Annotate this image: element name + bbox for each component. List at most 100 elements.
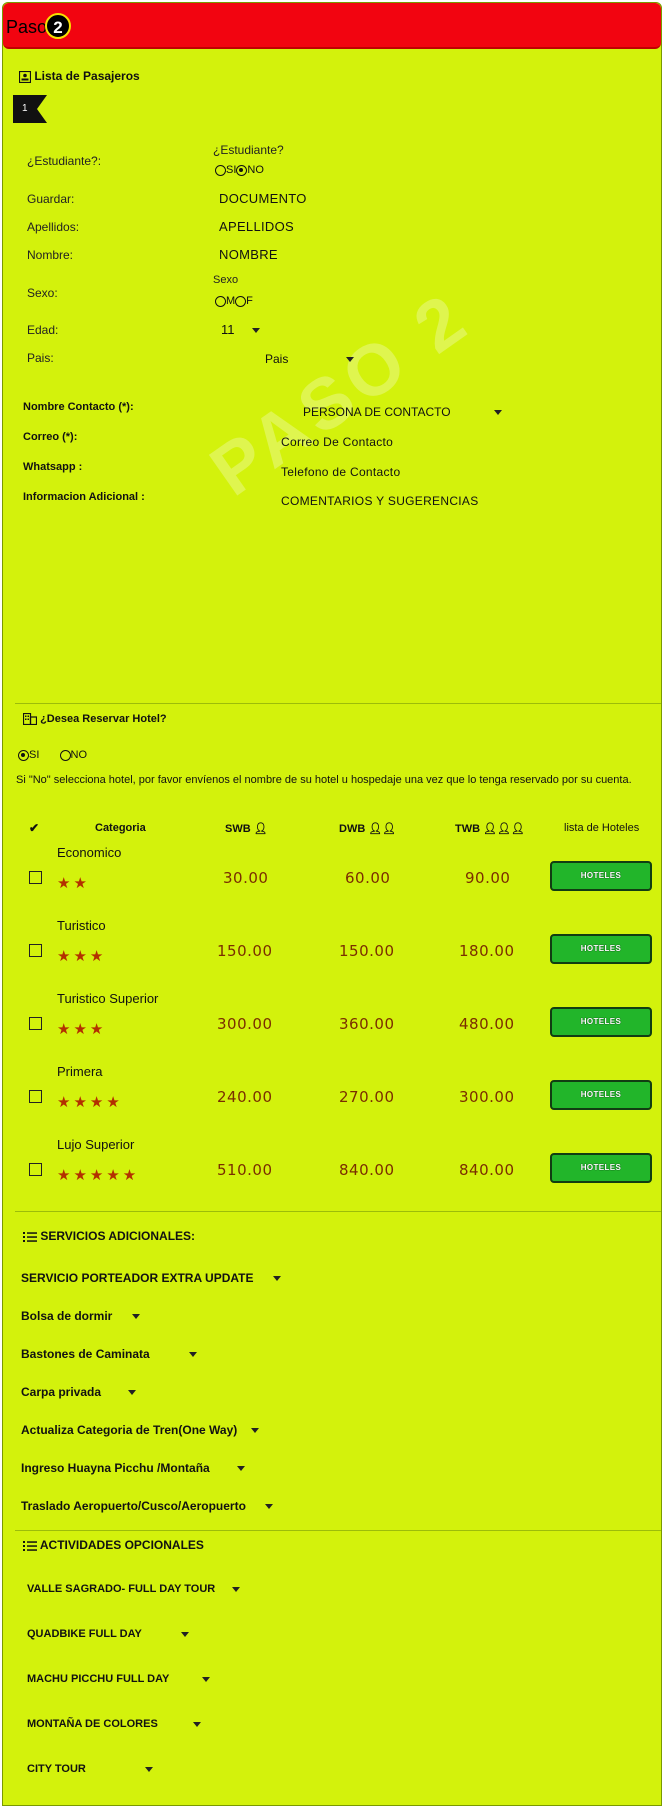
service-select[interactable]: Traslado Aeropuerto/Cusco/Aeropuerto bbox=[21, 1499, 274, 1513]
swb-price: 300.00 bbox=[217, 1015, 273, 1033]
activity-select[interactable]: MONTAÑA DE COLORES bbox=[27, 1718, 201, 1730]
name-label: Nombre: bbox=[27, 248, 74, 262]
category-checkbox[interactable] bbox=[29, 1017, 42, 1030]
services-title: SERVICIOS ADICIONALES: bbox=[40, 1229, 196, 1243]
chevron-down-icon bbox=[180, 1631, 189, 1637]
age-select[interactable]: 11 bbox=[221, 322, 261, 337]
email-input[interactable]: Correo De Contacto bbox=[281, 435, 393, 449]
activity-select[interactable]: CITY TOUR bbox=[27, 1763, 153, 1775]
email-label: Correo (*): bbox=[23, 431, 78, 443]
chevron-down-icon bbox=[128, 1390, 137, 1396]
whatsapp-input[interactable]: Telefono de Contacto bbox=[281, 465, 400, 479]
chevron-down-icon bbox=[345, 357, 354, 363]
activity-select[interactable]: VALLE SAGRADO- FULL DAY TOUR bbox=[27, 1583, 241, 1595]
twb-price: 840.00 bbox=[459, 1161, 515, 1179]
contact-card-icon bbox=[19, 70, 31, 83]
sex-m-radio[interactable] bbox=[215, 295, 226, 307]
activity-select[interactable]: QUADBIKE FULL DAY bbox=[27, 1628, 189, 1640]
category-checkbox[interactable] bbox=[29, 871, 42, 884]
service-select[interactable]: Actualiza Categoria de Tren(One Way) bbox=[21, 1423, 259, 1437]
service-label: SERVICIO PORTEADOR EXTRA UPDATE bbox=[21, 1271, 254, 1285]
hotel-si-label: SI bbox=[29, 749, 40, 761]
service-label: Bastones de Caminata bbox=[21, 1347, 150, 1361]
category-checkbox[interactable] bbox=[29, 1090, 42, 1103]
whatsapp-label: Whatsapp : bbox=[23, 461, 83, 473]
student-no-radio[interactable] bbox=[236, 164, 248, 176]
age-label: Edad: bbox=[27, 323, 59, 337]
swb-label: SWB bbox=[225, 823, 251, 835]
service-select[interactable]: Bolsa de dormir bbox=[21, 1309, 140, 1323]
category-checkbox[interactable] bbox=[29, 1163, 42, 1176]
swb-price: 150.00 bbox=[217, 942, 273, 960]
service-label: Actualiza Categoria de Tren(One Way) bbox=[21, 1423, 238, 1437]
hotels-button[interactable]: HOTELES bbox=[550, 1080, 652, 1110]
sex-f-radio[interactable] bbox=[235, 295, 247, 307]
hotel-no-radio[interactable] bbox=[59, 749, 71, 761]
activity-label: VALLE SAGRADO- FULL DAY TOUR bbox=[27, 1583, 216, 1595]
service-label: Carpa privada bbox=[21, 1385, 102, 1399]
category-name: Economico bbox=[57, 845, 122, 860]
country-select[interactable]: Pais bbox=[265, 352, 354, 366]
dwb-price: 60.00 bbox=[345, 869, 391, 887]
chevron-down-icon bbox=[252, 328, 261, 334]
swb-price: 30.00 bbox=[223, 869, 269, 887]
surname-input[interactable]: APELLIDOS bbox=[219, 219, 294, 234]
hotel-list-column-header: lista de Hoteles bbox=[564, 822, 640, 834]
contact-name-label: Nombre Contacto (*): bbox=[23, 401, 134, 413]
service-label: Bolsa de dormir bbox=[21, 1309, 113, 1323]
category-name: Turistico bbox=[57, 918, 106, 933]
list-icon bbox=[23, 1540, 37, 1551]
swb-price: 510.00 bbox=[217, 1161, 273, 1179]
chevron-down-icon bbox=[144, 1766, 153, 1772]
section-divider bbox=[15, 1530, 661, 1531]
twb-price: 300.00 bbox=[459, 1088, 515, 1106]
chevron-down-icon bbox=[202, 1676, 211, 1682]
service-select[interactable]: SERVICIO PORTEADOR EXTRA UPDATE bbox=[21, 1271, 281, 1285]
service-select[interactable]: Bastones de Caminata bbox=[21, 1347, 198, 1361]
hotel-no-label: NO bbox=[70, 749, 88, 761]
hotel-note: Si "No" selecciona hotel, por favor enví… bbox=[16, 774, 632, 786]
category-name: Turistico Superior bbox=[57, 991, 159, 1006]
country-value: Pais bbox=[265, 352, 289, 366]
student-si-radio[interactable] bbox=[215, 164, 226, 176]
student-question: ¿Estudiante? bbox=[213, 143, 284, 157]
service-select[interactable]: Ingreso Huayna Picchu /Montaña bbox=[21, 1461, 246, 1475]
category-stars: ★★★ bbox=[57, 1021, 107, 1038]
service-label: Ingreso Huayna Picchu /Montaña bbox=[21, 1461, 210, 1475]
sex-m-label: M bbox=[226, 295, 236, 307]
service-select[interactable]: Carpa privada bbox=[21, 1385, 137, 1399]
two-persons-icon: 👤︎👤︎ bbox=[368, 823, 397, 835]
hotels-button[interactable]: HOTELES bbox=[550, 1007, 652, 1037]
passenger-number-flag-icon bbox=[13, 95, 47, 123]
hotel-si-radio[interactable] bbox=[18, 749, 29, 761]
hotels-button[interactable]: HOTELES bbox=[550, 1153, 652, 1183]
student-radio-group: SI NO bbox=[215, 164, 264, 176]
category-checkbox[interactable] bbox=[29, 944, 42, 957]
document-input[interactable]: DOCUMENTO bbox=[219, 191, 307, 206]
category-stars: ★★★★★ bbox=[57, 1167, 140, 1184]
chevron-down-icon bbox=[232, 1586, 241, 1592]
list-icon bbox=[23, 1231, 37, 1242]
person-icon: 👤︎ bbox=[253, 823, 268, 835]
hotels-button[interactable]: HOTELES bbox=[550, 934, 652, 964]
name-input[interactable]: NOMBRE bbox=[219, 247, 278, 262]
hotels-button[interactable]: HOTELES bbox=[550, 861, 652, 891]
twb-price: 180.00 bbox=[459, 942, 515, 960]
additional-info-label: Informacion Adicional : bbox=[23, 491, 145, 503]
dwb-label: DWB bbox=[339, 823, 366, 835]
chevron-down-icon bbox=[493, 410, 502, 416]
activities-title: ACTIVIDADES OPCIONALES bbox=[39, 1538, 204, 1552]
twb-label: TWB bbox=[455, 823, 481, 835]
activity-label: MONTAÑA DE COLORES bbox=[27, 1718, 158, 1730]
building-icon bbox=[23, 713, 37, 726]
three-persons-icon: 👤︎👤︎👤︎ bbox=[483, 823, 526, 835]
contact-name-select[interactable]: PERSONA DE CONTACTO bbox=[303, 405, 502, 419]
additional-info-textarea[interactable]: COMENTARIOS Y SUGERENCIAS bbox=[281, 494, 479, 508]
category-name: Lujo Superior bbox=[57, 1137, 135, 1152]
activity-select[interactable]: MACHU PICCHU FULL DAY bbox=[27, 1673, 211, 1685]
activity-label: MACHU PICCHU FULL DAY bbox=[27, 1673, 170, 1685]
dwb-price: 150.00 bbox=[339, 942, 395, 960]
swb-price: 240.00 bbox=[217, 1088, 273, 1106]
category-column-header: Categoria bbox=[95, 822, 146, 834]
step-header: Paso 2 bbox=[3, 3, 661, 49]
